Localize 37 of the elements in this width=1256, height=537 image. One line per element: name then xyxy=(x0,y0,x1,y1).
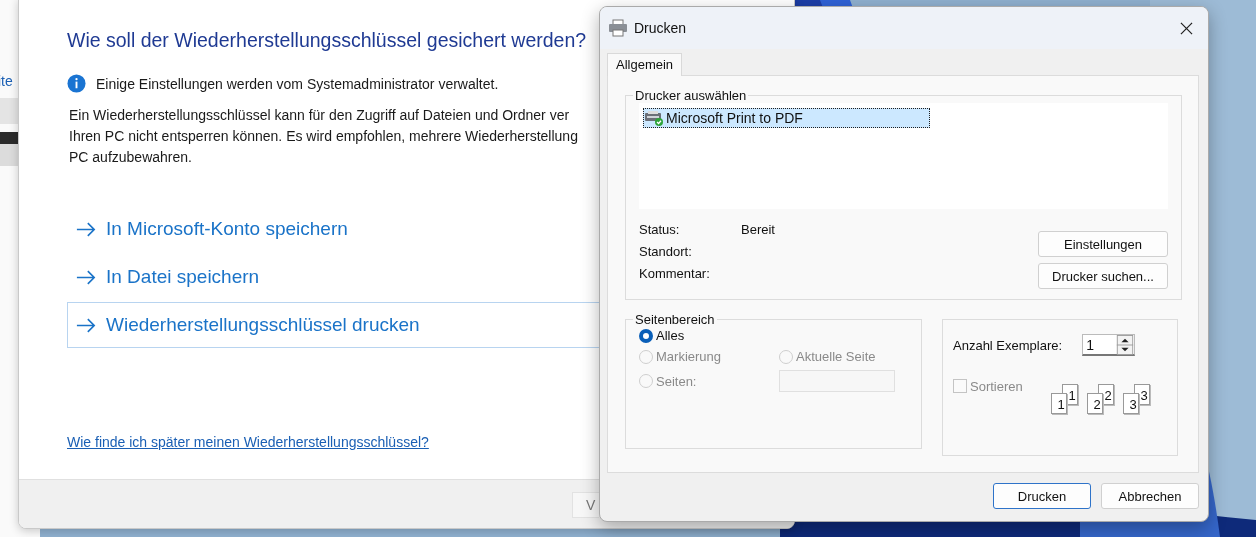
copies-label: Anzahl Exemplare: xyxy=(953,337,1063,353)
arrow-icon xyxy=(76,221,96,237)
description-text: PC aufzubewahren. xyxy=(69,148,192,167)
spin-buttons-icon[interactable] xyxy=(1116,334,1135,355)
printer-icon xyxy=(608,19,628,37)
field-label: Kommentar: xyxy=(639,266,711,283)
copies-field[interactable]: 1 xyxy=(1082,334,1136,356)
window-title: Drucken xyxy=(634,20,688,36)
dialog-heading: Wie soll der Wiederherstellungsschlüssel gesichert werden? xyxy=(67,29,588,52)
group-label: Drucker auswählen xyxy=(634,88,748,103)
page-sheet: 3 xyxy=(1122,393,1139,414)
page-sheet: 1 xyxy=(1050,393,1067,414)
close-icon[interactable] xyxy=(1180,21,1193,35)
info-icon xyxy=(67,74,86,93)
notice-text: Einige Einstellungen werden vom Systemadministrator verwaltet. xyxy=(96,75,499,92)
option-link[interactable]: In Datei speichern xyxy=(67,254,599,300)
dialog-button[interactable]: Drucken xyxy=(993,483,1091,509)
description-text: Ihren PC nicht entsperren können. Es wird empfohlen, mehrere Wiederherstellung xyxy=(69,127,578,146)
field-label: Standort: xyxy=(639,244,693,261)
dialog-button[interactable]: Abbrechen xyxy=(1101,483,1199,509)
next-button[interactable]: V xyxy=(572,492,599,518)
printer-list[interactable]: Microsoft Print to PDF xyxy=(639,103,1168,209)
description-text: Ein Wiederherstellungsschlüssel kann für den Zugriff auf Dateien und Ordner ver xyxy=(69,106,570,125)
option-link[interactable]: Wiederherstellungsschlüssel drucken xyxy=(67,302,599,348)
dialog-button[interactable]: Drucker suchen... xyxy=(1038,263,1168,289)
arrow-icon xyxy=(76,269,96,285)
arrow-icon xyxy=(76,317,96,333)
field-value: Bereit xyxy=(741,222,775,239)
dialog-button[interactable]: Einstellungen xyxy=(1038,231,1168,257)
radio-option[interactable]: Alles xyxy=(639,328,908,343)
field-label: Status: xyxy=(639,222,681,239)
help-link[interactable]: Wie finde ich später meinen Wiederherstellungsschlüssel? xyxy=(67,434,429,450)
option-link[interactable]: In Microsoft-Konto speichern xyxy=(67,206,599,252)
printer-item[interactable]: Microsoft Print to PDF xyxy=(643,108,930,128)
page-sheet: 2 xyxy=(1086,393,1103,414)
group-label: Seitenbereich xyxy=(634,312,716,327)
tab[interactable]: Allgemein xyxy=(607,53,683,76)
